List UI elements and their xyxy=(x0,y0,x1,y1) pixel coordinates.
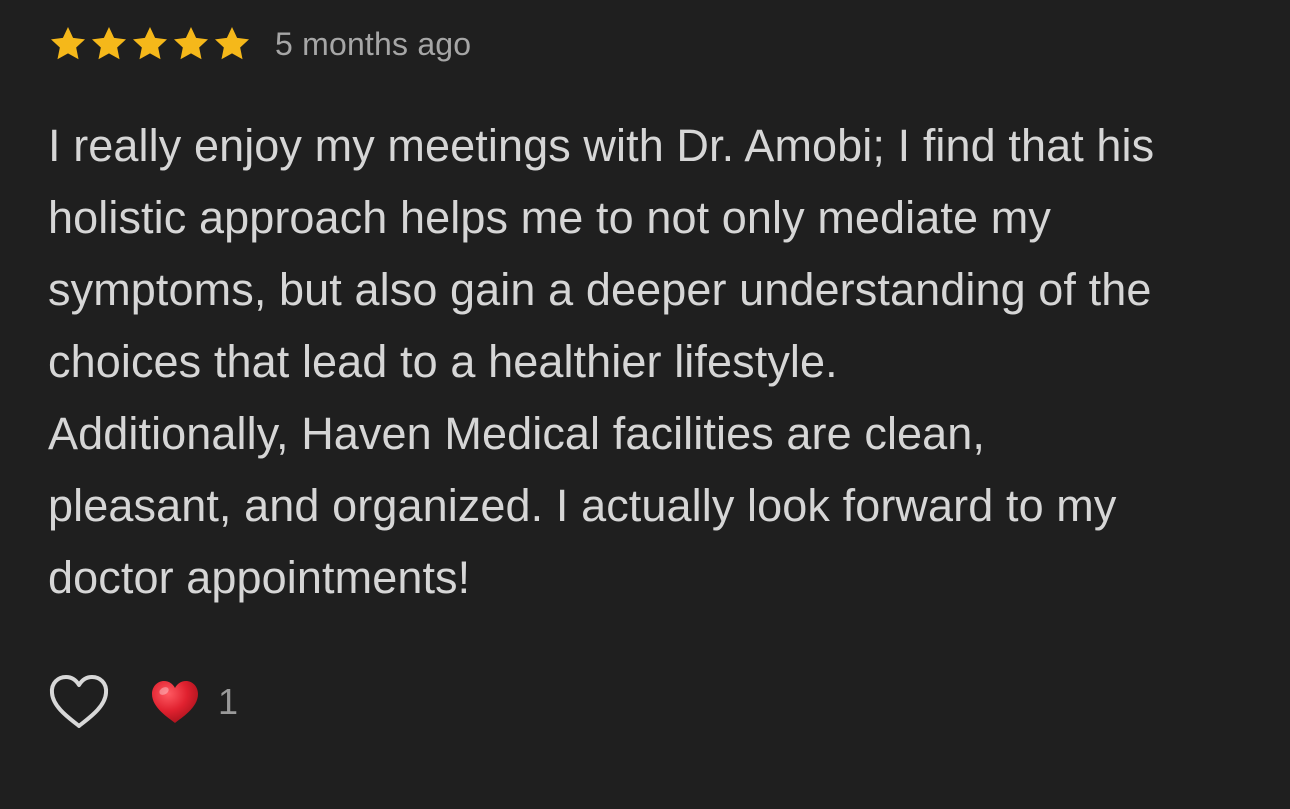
review-meta: 5 months ago xyxy=(48,22,1258,66)
review-text-line: doctor appointments! xyxy=(48,552,471,603)
review-text-line: symptoms, but also gain a deeper underst… xyxy=(48,264,1152,315)
star-icon xyxy=(212,24,254,64)
review-text-line: I really enjoy my meetings with Dr. Amob… xyxy=(48,120,1155,171)
star-icon xyxy=(89,24,131,64)
review-timestamp: 5 months ago xyxy=(275,25,472,62)
star-icon xyxy=(171,24,213,64)
star-icon xyxy=(48,24,90,64)
reaction-count: 1 xyxy=(218,681,239,722)
like-button[interactable] xyxy=(48,672,110,732)
review-text-line: choices that lead to a healthier lifesty… xyxy=(48,336,838,387)
red-heart-icon xyxy=(152,681,198,723)
review-text-line: holistic approach helps me to not only m… xyxy=(48,192,1051,243)
heart-outline-icon xyxy=(49,675,109,728)
reaction-heart-counter[interactable]: 1 xyxy=(150,678,238,726)
review-card: 5 months ago I really enjoy my meetings … xyxy=(48,22,1258,614)
review-actions: 1 xyxy=(48,672,238,732)
review-text: I really enjoy my meetings with Dr. Amob… xyxy=(48,110,1258,614)
star-rating xyxy=(48,24,253,64)
review-text-line: pleasant, and organized. I actually look… xyxy=(48,480,1117,531)
star-icon xyxy=(130,24,172,64)
review-text-line: Additionally, Haven Medical facilities a… xyxy=(48,408,986,459)
